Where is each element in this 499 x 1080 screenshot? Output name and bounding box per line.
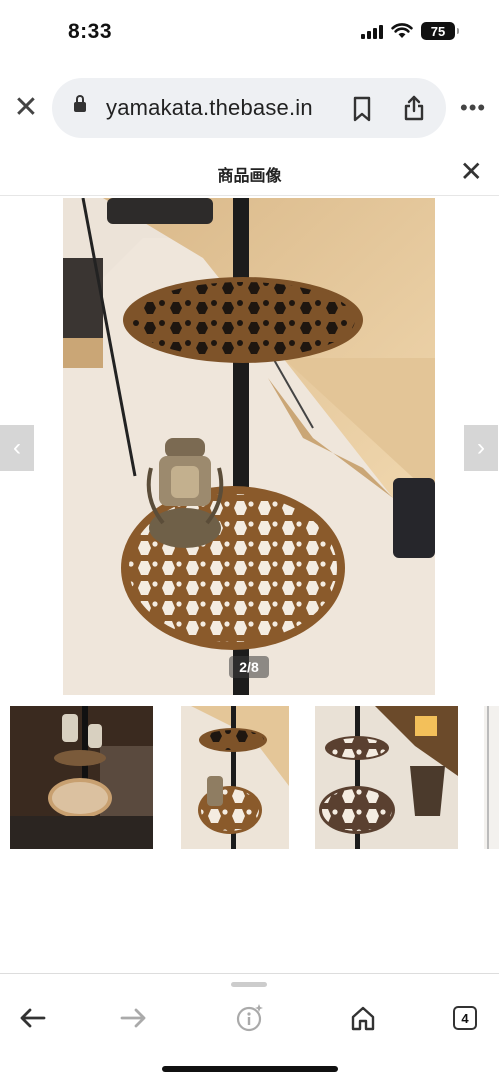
browser-toolbar: 4 — [0, 973, 499, 1080]
image-counter: 2/8 — [63, 656, 435, 678]
thumbnail-2[interactable] — [181, 706, 289, 849]
url-field[interactable]: yamakata.thebase.in — [52, 78, 446, 138]
page: 8:33 75 ✕ yamakata.thebase.in ••• 商品画像 ✕… — [0, 0, 499, 1080]
thumbnail-strip — [0, 706, 499, 850]
back-button[interactable] — [12, 1000, 52, 1036]
battery-icon: 75 — [421, 22, 459, 40]
status-time: 8:33 — [68, 20, 113, 43]
chevron-left-icon[interactable]: ‹ — [0, 425, 34, 471]
thumbnail-3[interactable] — [315, 706, 458, 849]
tabs-icon: 4 — [453, 1006, 477, 1030]
url-text: yamakata.thebase.in — [106, 95, 313, 120]
main-product-image[interactable]: 2/8 — [63, 198, 435, 695]
modal-title: 商品画像 — [217, 168, 282, 185]
image-modal-header: 商品画像 ✕ — [0, 150, 499, 196]
back-icon — [20, 1008, 46, 1028]
info-sparkle-icon — [236, 1004, 263, 1032]
wifi-icon — [391, 23, 413, 38]
lock-icon — [74, 95, 86, 114]
bookmark-icon[interactable] — [352, 96, 372, 122]
signal-icon — [361, 23, 383, 39]
home-icon — [351, 1006, 375, 1031]
close-icon[interactable]: ✕ — [460, 158, 483, 186]
tabs-button[interactable]: 4 — [445, 1000, 485, 1036]
sheet-handle[interactable] — [231, 982, 267, 987]
battery-level: 75 — [430, 23, 446, 39]
chevron-right-icon[interactable]: › — [464, 425, 498, 471]
share-icon[interactable] — [402, 94, 426, 122]
home-button[interactable] — [343, 1000, 383, 1036]
forward-button[interactable] — [114, 1000, 154, 1036]
thumbnail-4[interactable] — [484, 706, 499, 849]
forward-icon — [120, 1008, 146, 1028]
info-button[interactable] — [230, 1000, 270, 1036]
browser-address-bar: ✕ yamakata.thebase.in ••• — [0, 76, 499, 140]
more-icon[interactable]: ••• — [460, 97, 486, 119]
status-bar: 8:33 75 — [0, 0, 499, 68]
home-indicator — [162, 1066, 338, 1072]
close-tab-icon[interactable]: ✕ — [12, 93, 40, 123]
thumbnail-1[interactable] — [10, 706, 153, 849]
status-icons: 75 — [361, 22, 459, 40]
